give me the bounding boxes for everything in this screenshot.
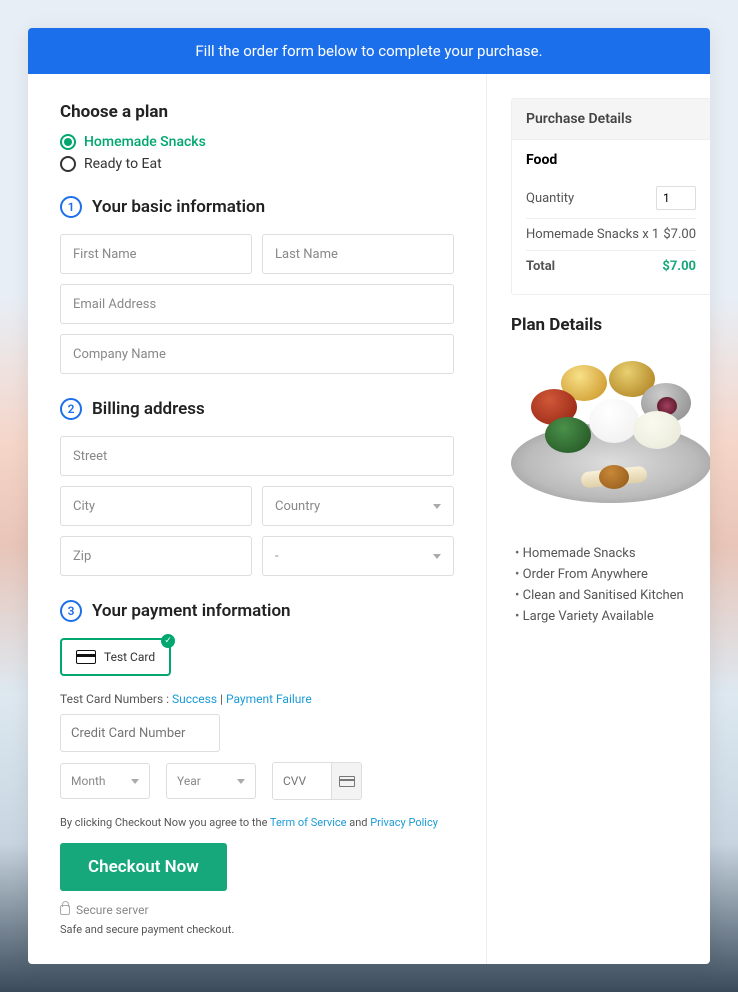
cvv-input[interactable]: [273, 763, 331, 799]
chevron-down-icon: [237, 779, 245, 784]
qty-input[interactable]: [656, 186, 696, 210]
cc-number-input[interactable]: [60, 714, 220, 752]
form-column: Choose a plan Homemade Snacks Ready to E…: [28, 74, 487, 964]
qty-label: Quantity: [526, 191, 574, 206]
section-title-basic: Your basic information: [92, 197, 265, 217]
bullet-item: Homemade Snacks: [515, 543, 710, 564]
plan-bullets: Homemade Snacks Order From Anywhere Clea…: [511, 543, 710, 627]
chevron-down-icon: [131, 779, 139, 784]
food-thali-image: [511, 353, 710, 513]
safe-text: Safe and secure payment checkout.: [60, 923, 454, 936]
cvv-field: [272, 762, 362, 800]
purchase-header: Purchase Details: [512, 99, 710, 140]
state-select[interactable]: -: [262, 536, 454, 576]
plan-option-ready[interactable]: Ready to Eat: [60, 156, 454, 172]
plan-label: Homemade Snacks: [84, 134, 206, 150]
email-input[interactable]: [60, 284, 454, 324]
total-amount: $7.00: [662, 259, 696, 274]
year-select[interactable]: Year: [166, 763, 256, 799]
chevron-down-icon: [433, 554, 441, 559]
summary-column: Purchase Details Food Quantity Homemade …: [487, 74, 710, 964]
terms-text: By clicking Checkout Now you agree to th…: [60, 816, 454, 829]
bullet-item: Large Variety Available: [515, 606, 710, 627]
bullet-item: Order From Anywhere: [515, 564, 710, 585]
check-icon: ✓: [161, 634, 175, 648]
section-title-payment: Your payment information: [92, 601, 291, 621]
radio-off-icon: [60, 156, 76, 172]
country-select[interactable]: Country: [262, 486, 454, 526]
plan-label: Ready to Eat: [84, 156, 162, 172]
test-card-button[interactable]: Test Card ✓: [60, 638, 171, 676]
bullet-item: Clean and Sanitised Kitchen: [515, 585, 710, 606]
card-back-icon: [331, 763, 361, 799]
line-item-label: Homemade Snacks x 1: [526, 227, 659, 242]
terms-link[interactable]: Term of Service: [270, 816, 347, 829]
zip-input[interactable]: [60, 536, 252, 576]
purchase-panel: Purchase Details Food Quantity Homemade …: [511, 98, 710, 295]
radio-on-icon: [60, 134, 76, 150]
city-input[interactable]: [60, 486, 252, 526]
choose-plan-title: Choose a plan: [60, 102, 454, 122]
plan-option-homemade[interactable]: Homemade Snacks: [60, 134, 454, 150]
credit-card-icon: [76, 650, 96, 664]
checkout-card: Fill the order form below to complete yo…: [28, 28, 710, 964]
first-name-input[interactable]: [60, 234, 252, 274]
step-number-3: 3: [60, 600, 82, 622]
banner: Fill the order form below to complete yo…: [28, 28, 710, 74]
section-title-billing: Billing address: [92, 399, 205, 419]
last-name-input[interactable]: [262, 234, 454, 274]
month-select[interactable]: Month: [60, 763, 150, 799]
secure-server-label: Secure server: [60, 903, 454, 917]
step-number-2: 2: [60, 398, 82, 420]
lock-icon: [60, 905, 70, 915]
total-label: Total: [526, 259, 555, 274]
plan-details-title: Plan Details: [511, 315, 710, 335]
failure-link[interactable]: Payment Failure: [226, 692, 312, 706]
street-input[interactable]: [60, 436, 454, 476]
test-card-note: Test Card Numbers : Success | Payment Fa…: [60, 692, 454, 706]
privacy-link[interactable]: Privacy Policy: [370, 816, 438, 829]
step-number-1: 1: [60, 196, 82, 218]
line-item-amount: $7.00: [663, 227, 696, 242]
checkout-button[interactable]: Checkout Now: [60, 843, 227, 891]
chevron-down-icon: [433, 504, 441, 509]
success-link[interactable]: Success: [172, 692, 217, 706]
company-input[interactable]: [60, 334, 454, 374]
purchase-subhead: Food: [526, 152, 696, 168]
